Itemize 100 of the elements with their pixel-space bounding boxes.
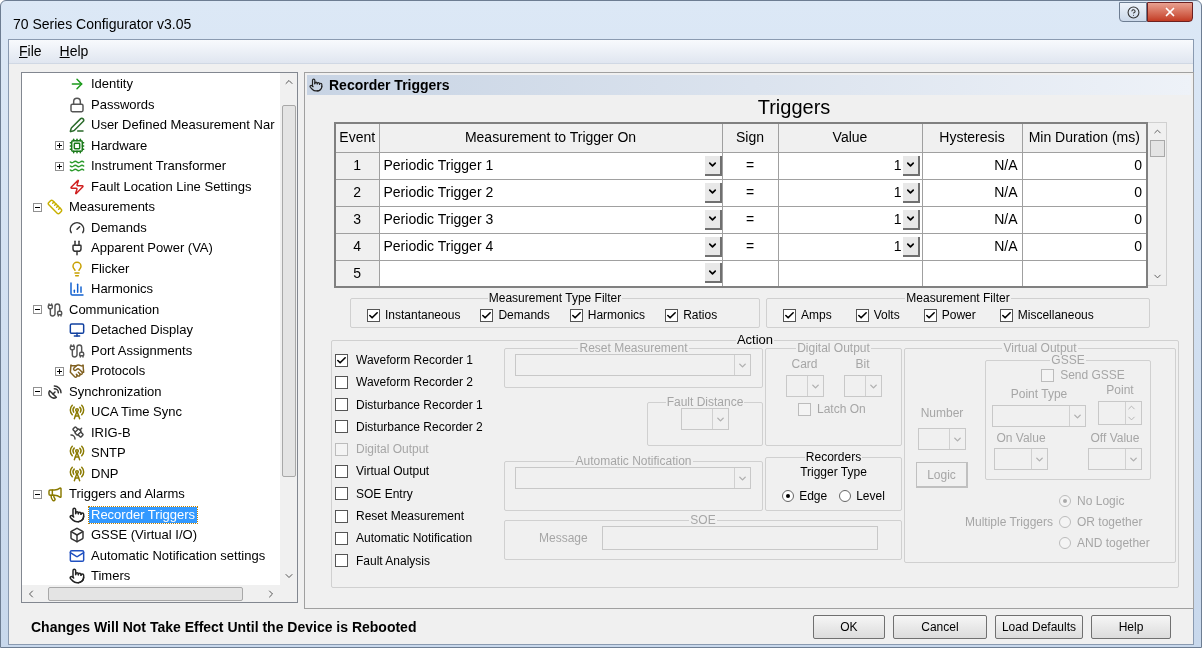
group-title: Action: [735, 334, 775, 346]
satellite-dish-icon: [47, 383, 63, 400]
expand-toggle[interactable]: [55, 141, 64, 151]
megaphone-icon: [47, 486, 63, 503]
radio-button[interactable]: [839, 490, 852, 502]
checkbox[interactable]: [335, 398, 348, 412]
dropdown-button[interactable]: [902, 236, 920, 257]
tree-item[interactable]: Triggers and Alarms: [67, 486, 187, 503]
scrollbar-thumb[interactable]: [1149, 140, 1165, 157]
dropdown-button[interactable]: [704, 209, 722, 230]
tree-item[interactable]: Communication: [67, 301, 162, 318]
tree-item[interactable]: Detached Display: [89, 322, 195, 339]
checkbox-label: Disturbance Recorder 1: [356, 396, 483, 414]
dropdown-button[interactable]: [902, 209, 920, 230]
checkbox-label: Digital Output: [356, 441, 429, 459]
collapse-toggle[interactable]: [33, 489, 42, 499]
table-cell: N/A: [994, 184, 1018, 200]
group-title: Fault Distance: [665, 396, 745, 408]
dialog-button[interactable]: Load Defaults: [994, 615, 1083, 639]
tree-item[interactable]: SNTP: [89, 445, 128, 462]
tree-item[interactable]: Fault Location Line Settings: [89, 178, 254, 195]
checkbox[interactable]: [999, 308, 1013, 322]
checkbox-label: Disturbance Recorder 2: [356, 418, 483, 436]
dropdown-button[interactable]: [902, 182, 920, 203]
dialog-button[interactable]: Cancel: [892, 615, 987, 639]
expand-toggle[interactable]: [55, 161, 64, 171]
checkbox[interactable]: [335, 420, 348, 434]
scrollbar-thumb[interactable]: [281, 105, 296, 477]
field-label: Number: [920, 405, 964, 422]
scrollbar-thumb[interactable]: [48, 586, 243, 601]
checkbox[interactable]: [335, 531, 348, 545]
dialog-button[interactable]: Help: [1091, 615, 1171, 639]
checkbox[interactable]: [335, 487, 348, 501]
menu-item[interactable]: File: [19, 41, 42, 62]
checkbox[interactable]: [569, 308, 583, 322]
tree-item[interactable]: Flicker: [89, 260, 132, 277]
tree-item[interactable]: Passwords: [89, 96, 157, 113]
field-label: Message: [539, 530, 588, 547]
table-cell: 5: [353, 264, 362, 281]
tree-item[interactable]: Automatic Notification settings: [89, 547, 268, 564]
tree-item[interactable]: User Defined Measurement Nar: [89, 117, 277, 134]
collapse-toggle[interactable]: [33, 202, 42, 212]
dialog-button[interactable]: OK: [812, 615, 885, 639]
checkbox[interactable]: [335, 509, 348, 523]
checkbox[interactable]: [665, 308, 679, 322]
checkbox[interactable]: [335, 375, 348, 389]
tree-item[interactable]: Harmonics: [89, 281, 156, 298]
tree-item[interactable]: Measurements: [67, 199, 157, 216]
tree-item[interactable]: IRIG-B: [89, 424, 133, 441]
horizontal-scrollbar[interactable]: [22, 585, 297, 602]
tree-item[interactable]: GSSE (Virtual I/O): [89, 527, 199, 544]
tree-item[interactable]: Identity: [89, 76, 135, 93]
table-cell-text: 1: [893, 210, 902, 229]
checkbox[interactable]: [367, 308, 380, 322]
panel-title: Recorder Triggers: [329, 75, 450, 95]
collapse-toggle[interactable]: [33, 305, 42, 315]
dropdown-button[interactable]: [704, 263, 722, 284]
checkbox[interactable]: [923, 308, 937, 322]
checkbox[interactable]: [783, 308, 796, 322]
checkbox[interactable]: [335, 353, 348, 367]
table-cell-text: Periodic Trigger 2: [383, 183, 494, 202]
table-cell: 2: [353, 184, 362, 200]
tree-item[interactable]: Hardware: [89, 137, 150, 154]
tree-item[interactable]: Instrument Transformer: [89, 158, 229, 175]
pointer-hand-icon: [69, 568, 85, 585]
table-cell: =: [745, 157, 755, 173]
tree-item[interactable]: Synchronization: [67, 383, 164, 400]
table-cell: =: [745, 184, 755, 200]
dropdown-button[interactable]: [704, 182, 722, 203]
tree-item[interactable]: Timers: [89, 568, 133, 585]
tree-item[interactable]: UCA Time Sync: [89, 404, 185, 421]
tree-item[interactable]: Apparent Power (VA): [89, 240, 215, 257]
column-header: Sign: [736, 129, 764, 146]
checkbox-label: Miscellaneous: [1017, 307, 1094, 324]
dropdown-button[interactable]: [902, 155, 920, 176]
checkbox[interactable]: [335, 554, 348, 568]
vertical-scrollbar[interactable]: [1148, 122, 1167, 286]
checkbox-label: Harmonics: [587, 307, 646, 324]
monitor-icon: [69, 322, 85, 339]
column-header: Min Duration (ms): [1028, 129, 1140, 146]
checkbox[interactable]: [335, 465, 348, 478]
tree-item[interactable]: Port Assignments: [89, 342, 195, 359]
tree-item[interactable]: DNP: [89, 465, 121, 482]
table-cell: 0: [1134, 184, 1142, 200]
tree-item[interactable]: Protocols: [89, 363, 148, 380]
tree-item[interactable]: Demands: [89, 219, 149, 236]
help-button[interactable]: [1119, 2, 1147, 22]
close-button[interactable]: [1147, 2, 1193, 22]
table-cell: N/A: [994, 238, 1018, 254]
light-bulb-icon: [69, 260, 85, 277]
menu-item[interactable]: Help: [59, 41, 89, 62]
checkbox[interactable]: [480, 308, 494, 322]
checkbox[interactable]: [855, 308, 869, 322]
radio-label: Level: [856, 488, 885, 505]
expand-toggle[interactable]: [55, 366, 64, 376]
radio-button[interactable]: [782, 490, 795, 502]
dropdown-button[interactable]: [704, 236, 722, 257]
collapse-toggle[interactable]: [33, 387, 42, 397]
dropdown-button[interactable]: [704, 155, 722, 176]
vertical-scrollbar[interactable]: [280, 73, 297, 585]
